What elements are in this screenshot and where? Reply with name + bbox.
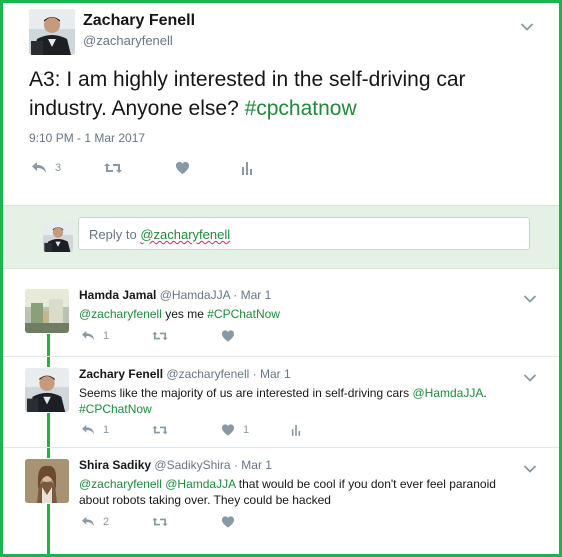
reply-tweet[interactable]: Zachary Fenell @zacharyfenell · Mar 1 Se… (3, 357, 559, 447)
reply-tweet[interactable]: Shira Sadiky @SadikyShira · Mar 1 @zacha… (3, 448, 559, 554)
analytics-icon (291, 424, 301, 436)
chevron-down-icon[interactable] (523, 294, 537, 304)
heart-icon (221, 330, 235, 342)
retweet-icon (151, 424, 169, 436)
reply-composer: Reply to @zacharyfenell (3, 205, 559, 269)
analytics-button[interactable] (241, 161, 253, 175)
reply-date[interactable]: Mar 1 (241, 288, 272, 302)
reply-actions: 1 1 (81, 424, 301, 436)
reply-count: 1 (103, 330, 110, 342)
author-handle[interactable]: @zacharyfenell (83, 33, 173, 48)
reply-date[interactable]: Mar 1 (260, 367, 291, 381)
dot-separator: · (252, 367, 257, 381)
retweet-icon (103, 161, 123, 175)
reply-input[interactable]: Reply to @zacharyfenell (78, 217, 530, 250)
dot-separator: · (233, 458, 238, 472)
avatar[interactable] (29, 9, 75, 55)
analytics-icon (241, 161, 253, 175)
reply-icon (81, 424, 95, 436)
thread-line (47, 334, 50, 356)
like-count: 1 (243, 424, 250, 436)
reply-prefix: Reply to (89, 227, 141, 242)
reply-header: Zachary Fenell @zacharyfenell · Mar 1 (79, 367, 291, 381)
retweet-button[interactable] (151, 330, 221, 342)
author-name[interactable]: Shira Sadiky (79, 458, 151, 472)
reply-tweet[interactable]: Hamda Jamal @HamdaJJA · Mar 1 @zacharyfe… (3, 278, 559, 356)
like-button[interactable]: 1 (221, 424, 291, 436)
hashtag-link[interactable]: #CPChatNow (79, 402, 152, 416)
thread-line (47, 357, 50, 367)
reply-icon (81, 330, 95, 342)
tweet-text: A3: I am highly interested in the self-d… (29, 65, 549, 123)
reply-button[interactable]: 1 (81, 424, 151, 436)
avatar-image (25, 289, 69, 333)
retweet-icon (151, 330, 169, 342)
main-tweet[interactable]: Zachary Fenell @zacharyfenell A3: I am h… (3, 3, 559, 205)
chevron-down-icon[interactable] (523, 464, 537, 474)
tweet-actions: 3 (31, 161, 253, 175)
avatar-image (43, 222, 73, 252)
reply-tail: . (483, 386, 487, 400)
retweet-icon (151, 516, 169, 528)
author-handle[interactable]: @zacharyfenell (166, 367, 249, 381)
thread-line (47, 413, 50, 447)
reply-actions: 1 (81, 330, 235, 342)
avatar-image (25, 368, 69, 412)
mention-link[interactable]: @HamdaJJA (412, 386, 483, 400)
thread-line (47, 448, 50, 458)
reply-text: @zacharyfenell yes me #CPChatNow (79, 306, 519, 322)
reply-icon (81, 516, 95, 528)
avatar (43, 222, 73, 252)
reply-button[interactable]: 1 (81, 330, 151, 342)
chevron-down-icon[interactable] (523, 373, 537, 383)
like-button[interactable] (175, 161, 241, 175)
reply-count: 3 (55, 162, 62, 174)
dot-separator: · (233, 288, 238, 302)
avatar-image (25, 459, 69, 503)
reply-count: 1 (103, 424, 110, 436)
reply-icon (31, 161, 47, 175)
author-handle[interactable]: @SadikyShira (154, 458, 230, 472)
avatar[interactable] (25, 459, 69, 503)
hashtag-link[interactable]: #cpchatnow (245, 97, 357, 120)
like-button[interactable] (221, 516, 235, 528)
reply-body: yes me (161, 307, 208, 321)
tweet-timestamp[interactable]: 9:10 PM - 1 Mar 2017 (29, 131, 145, 145)
reply-header: Hamda Jamal @HamdaJJA · Mar 1 (79, 288, 271, 302)
reply-text: Seems like the majority of us are intere… (79, 385, 529, 417)
reply-button[interactable]: 2 (81, 516, 151, 528)
like-button[interactable] (221, 330, 235, 342)
reply-actions: 2 (81, 516, 235, 528)
mention-link[interactable]: @zacharyfenell (79, 307, 162, 321)
mention-link[interactable]: @HamdaJJA (165, 477, 235, 491)
heart-icon (221, 516, 235, 528)
avatar[interactable] (25, 368, 69, 412)
avatar-image (29, 9, 75, 55)
mention-link[interactable]: @zacharyfenell (79, 477, 162, 491)
heart-icon (175, 161, 190, 175)
reply-mention: @zacharyfenell (140, 227, 231, 242)
reply-count: 2 (103, 516, 110, 528)
reply-header: Shira Sadiky @SadikyShira · Mar 1 (79, 458, 272, 472)
author-name[interactable]: Hamda Jamal (79, 288, 156, 302)
retweet-button[interactable] (103, 161, 175, 175)
reply-text: @zacharyfenell @HamdaJJA that would be c… (79, 476, 519, 508)
author-name[interactable]: Zachary Fenell (79, 367, 163, 381)
reply-date[interactable]: Mar 1 (241, 458, 272, 472)
retweet-button[interactable] (151, 516, 221, 528)
reply-body: Seems like the majority of us are intere… (79, 386, 413, 400)
avatar[interactable] (25, 289, 69, 333)
analytics-button[interactable] (291, 424, 301, 436)
reply-button[interactable]: 3 (31, 161, 103, 175)
author-name[interactable]: Zachary Fenell (83, 12, 195, 30)
thread-line (47, 504, 50, 554)
author-handle[interactable]: @HamdaJJA (160, 288, 230, 302)
retweet-button[interactable] (151, 424, 221, 436)
chevron-down-icon[interactable] (520, 22, 534, 32)
heart-icon (221, 424, 235, 436)
hashtag-link[interactable]: #CPChatNow (207, 307, 280, 321)
